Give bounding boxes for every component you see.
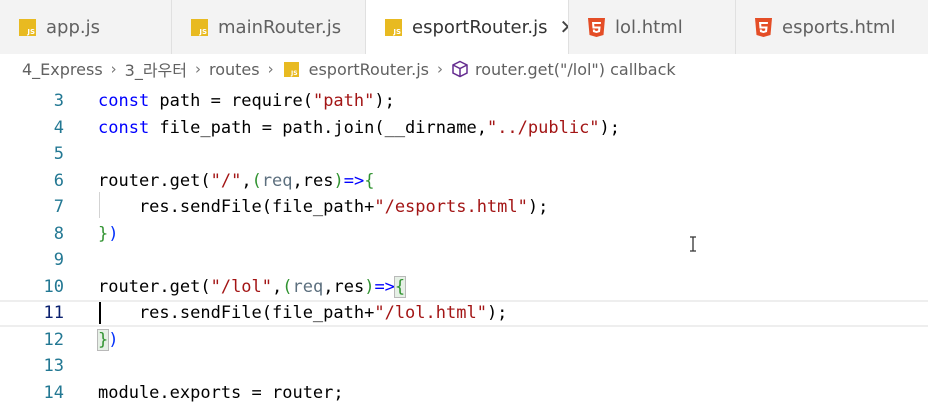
tab-app-js[interactable]: JS app.js bbox=[0, 0, 172, 54]
code-line-current[interactable]: 11 res.sendFile(file_path+"/lol.html"); bbox=[0, 300, 928, 327]
breadcrumb-separator: › bbox=[437, 60, 444, 78]
line-code: module.exports = router; bbox=[98, 382, 344, 403]
tab-mainrouter-js[interactable]: JS mainRouter.js bbox=[172, 0, 366, 54]
matched-bracket: } bbox=[96, 328, 110, 351]
breadcrumb-item-folder[interactable]: 3_라우터 bbox=[125, 57, 187, 81]
line-number: 5 bbox=[53, 144, 64, 164]
line-number: 10 bbox=[43, 276, 64, 297]
line-code: router.get("/lol",(req,res)=>{ bbox=[98, 275, 407, 298]
code-line[interactable]: 3 const path = require("path"); bbox=[0, 88, 928, 115]
code-line[interactable]: 14 module.exports = router; bbox=[0, 380, 928, 407]
line-number: 11 bbox=[43, 303, 64, 323]
line-code: }) bbox=[96, 328, 119, 351]
line-code: const file_path = path.join(__dirname,".… bbox=[98, 117, 621, 138]
breadcrumb-item-folder[interactable]: 4_Express bbox=[22, 60, 103, 79]
line-number: 14 bbox=[43, 382, 64, 403]
breadcrumb-separator: › bbox=[110, 60, 117, 78]
line-code: res.sendFile(file_path+"/esports.html"); bbox=[98, 197, 549, 217]
breadcrumb-item-file[interactable]: esportRouter.js bbox=[309, 60, 429, 79]
code-line[interactable]: 5 bbox=[0, 141, 928, 168]
close-tab-icon[interactable]: ✕ bbox=[559, 17, 568, 37]
line-number: 3 bbox=[53, 91, 64, 111]
line-code: res.sendFile(file_path+"/lol.html"); bbox=[98, 303, 508, 323]
matched-bracket: { bbox=[393, 275, 407, 298]
text-cursor bbox=[99, 302, 101, 324]
breadcrumb-item-symbol[interactable]: router.get("/lol") callback bbox=[475, 60, 676, 79]
tab-label: mainRouter.js bbox=[218, 16, 342, 38]
tab-lol-html[interactable]: lol.html bbox=[569, 0, 736, 54]
breadcrumb: 4_Express › 3_라우터 › routes › JS esportRo… bbox=[0, 54, 928, 84]
breadcrumb-separator: › bbox=[267, 60, 274, 78]
code-line[interactable]: 10 router.get("/lol",(req,res)=>{ bbox=[0, 274, 928, 301]
code-line[interactable]: 7 res.sendFile(file_path+"/esports.html"… bbox=[0, 194, 928, 221]
js-file-icon: JS bbox=[191, 18, 208, 36]
code-line[interactable]: 9 bbox=[0, 247, 928, 274]
tab-label: esports.html bbox=[782, 16, 896, 38]
method-cube-icon bbox=[452, 60, 468, 78]
tab-label: esportRouter.js bbox=[412, 16, 548, 38]
line-code: }) bbox=[98, 223, 119, 244]
line-number: 6 bbox=[53, 170, 64, 191]
line-number: 4 bbox=[53, 117, 64, 138]
tab-esportrouter-js[interactable]: JS esportRouter.js ✕ bbox=[366, 0, 569, 54]
js-file-icon: JS bbox=[283, 61, 299, 77]
tab-label: lol.html bbox=[615, 16, 683, 38]
breadcrumb-item-folder[interactable]: routes bbox=[209, 60, 260, 79]
code-line[interactable]: 8 }) bbox=[0, 221, 928, 248]
js-file-icon: JS bbox=[19, 18, 36, 36]
line-code: const path = require("path"); bbox=[98, 91, 395, 111]
line-number: 13 bbox=[43, 356, 64, 376]
editor-tab-bar: JS app.js JS mainRouter.js JS esportRout… bbox=[0, 0, 928, 54]
js-file-icon: JS bbox=[385, 18, 402, 36]
line-number: 8 bbox=[53, 223, 64, 244]
code-editor[interactable]: 3 const path = require("path"); 4 const … bbox=[0, 84, 928, 410]
line-code: router.get("/",(req,res)=>{ bbox=[98, 170, 375, 191]
code-line[interactable]: 13 bbox=[0, 353, 928, 380]
breadcrumb-separator: › bbox=[195, 60, 201, 78]
tab-esports-html[interactable]: esports.html bbox=[736, 0, 928, 54]
code-line[interactable]: 4 const file_path = path.join(__dirname,… bbox=[0, 115, 928, 142]
code-line[interactable]: 6 router.get("/",(req,res)=>{ bbox=[0, 168, 928, 195]
html-file-icon bbox=[588, 17, 605, 37]
line-number: 9 bbox=[53, 250, 64, 270]
code-line[interactable]: 12 }) bbox=[0, 327, 928, 354]
html-file-icon bbox=[755, 17, 772, 37]
mouse-ibeam-cursor-icon bbox=[690, 236, 696, 252]
line-number: 7 bbox=[53, 197, 64, 217]
tab-label: app.js bbox=[46, 16, 100, 38]
line-number: 12 bbox=[43, 329, 64, 350]
